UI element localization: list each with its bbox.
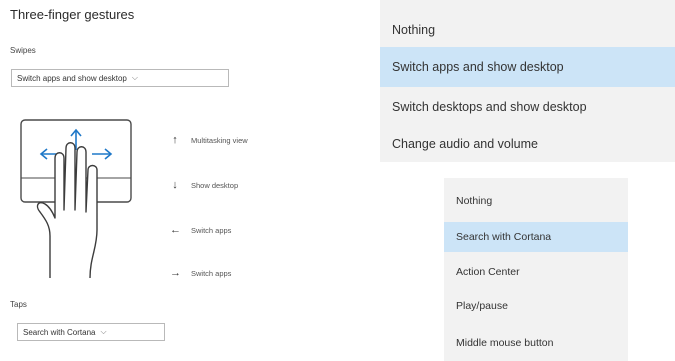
gesture-row-right: → Switch apps bbox=[170, 268, 231, 279]
swipes-option-switch-apps[interactable]: Switch apps and show desktop bbox=[380, 47, 675, 87]
gesture-label: Show desktop bbox=[191, 181, 239, 190]
gesture-label: Multitasking view bbox=[191, 136, 248, 145]
taps-select-value: Search with Cortana bbox=[23, 327, 96, 337]
taps-select[interactable]: Search with Cortana ⌵ bbox=[17, 323, 165, 341]
arrow-up-icon: ↑ bbox=[172, 134, 178, 146]
swipes-select-value: Switch apps and show desktop bbox=[17, 73, 127, 83]
taps-option-middle-mouse[interactable]: Middle mouse button bbox=[444, 328, 628, 358]
swipes-option-switch-desktops[interactable]: Switch desktops and show desktop bbox=[380, 87, 675, 127]
taps-option-action-center[interactable]: Action Center bbox=[444, 257, 628, 287]
chevron-down-icon: ⌵ bbox=[131, 73, 138, 82]
swipes-dropdown-list: Nothing Switch apps and show desktop Swi… bbox=[380, 0, 675, 162]
taps-dropdown-list: Nothing Search with Cortana Action Cente… bbox=[444, 178, 628, 361]
gesture-row-up: ↑ Multitasking view bbox=[170, 134, 248, 146]
touchpad-gesture-illustration bbox=[20, 119, 132, 279]
arrow-right-icon: → bbox=[170, 267, 181, 279]
arrow-left-icon: ← bbox=[170, 224, 181, 236]
swipes-select[interactable]: Switch apps and show desktop ⌵ bbox=[11, 69, 229, 87]
swipes-label: Swipes bbox=[10, 46, 36, 55]
chevron-down-icon: ⌵ bbox=[100, 327, 107, 336]
gesture-row-left: ← Switch apps bbox=[170, 225, 231, 236]
taps-option-play-pause[interactable]: Play/pause bbox=[444, 291, 628, 321]
gesture-label: Switch apps bbox=[191, 269, 232, 278]
swipes-option-nothing[interactable]: Nothing bbox=[380, 10, 675, 50]
section-title: Three-finger gestures bbox=[10, 7, 135, 22]
swipes-option-change-audio[interactable]: Change audio and volume bbox=[380, 124, 675, 164]
gesture-label: Switch apps bbox=[191, 226, 232, 235]
arrow-down-icon: ↓ bbox=[172, 179, 178, 191]
taps-label: Taps bbox=[10, 300, 27, 309]
gesture-row-down: ↓ Show desktop bbox=[170, 180, 238, 191]
taps-option-cortana[interactable]: Search with Cortana bbox=[444, 222, 628, 252]
taps-option-nothing[interactable]: Nothing bbox=[444, 186, 628, 216]
